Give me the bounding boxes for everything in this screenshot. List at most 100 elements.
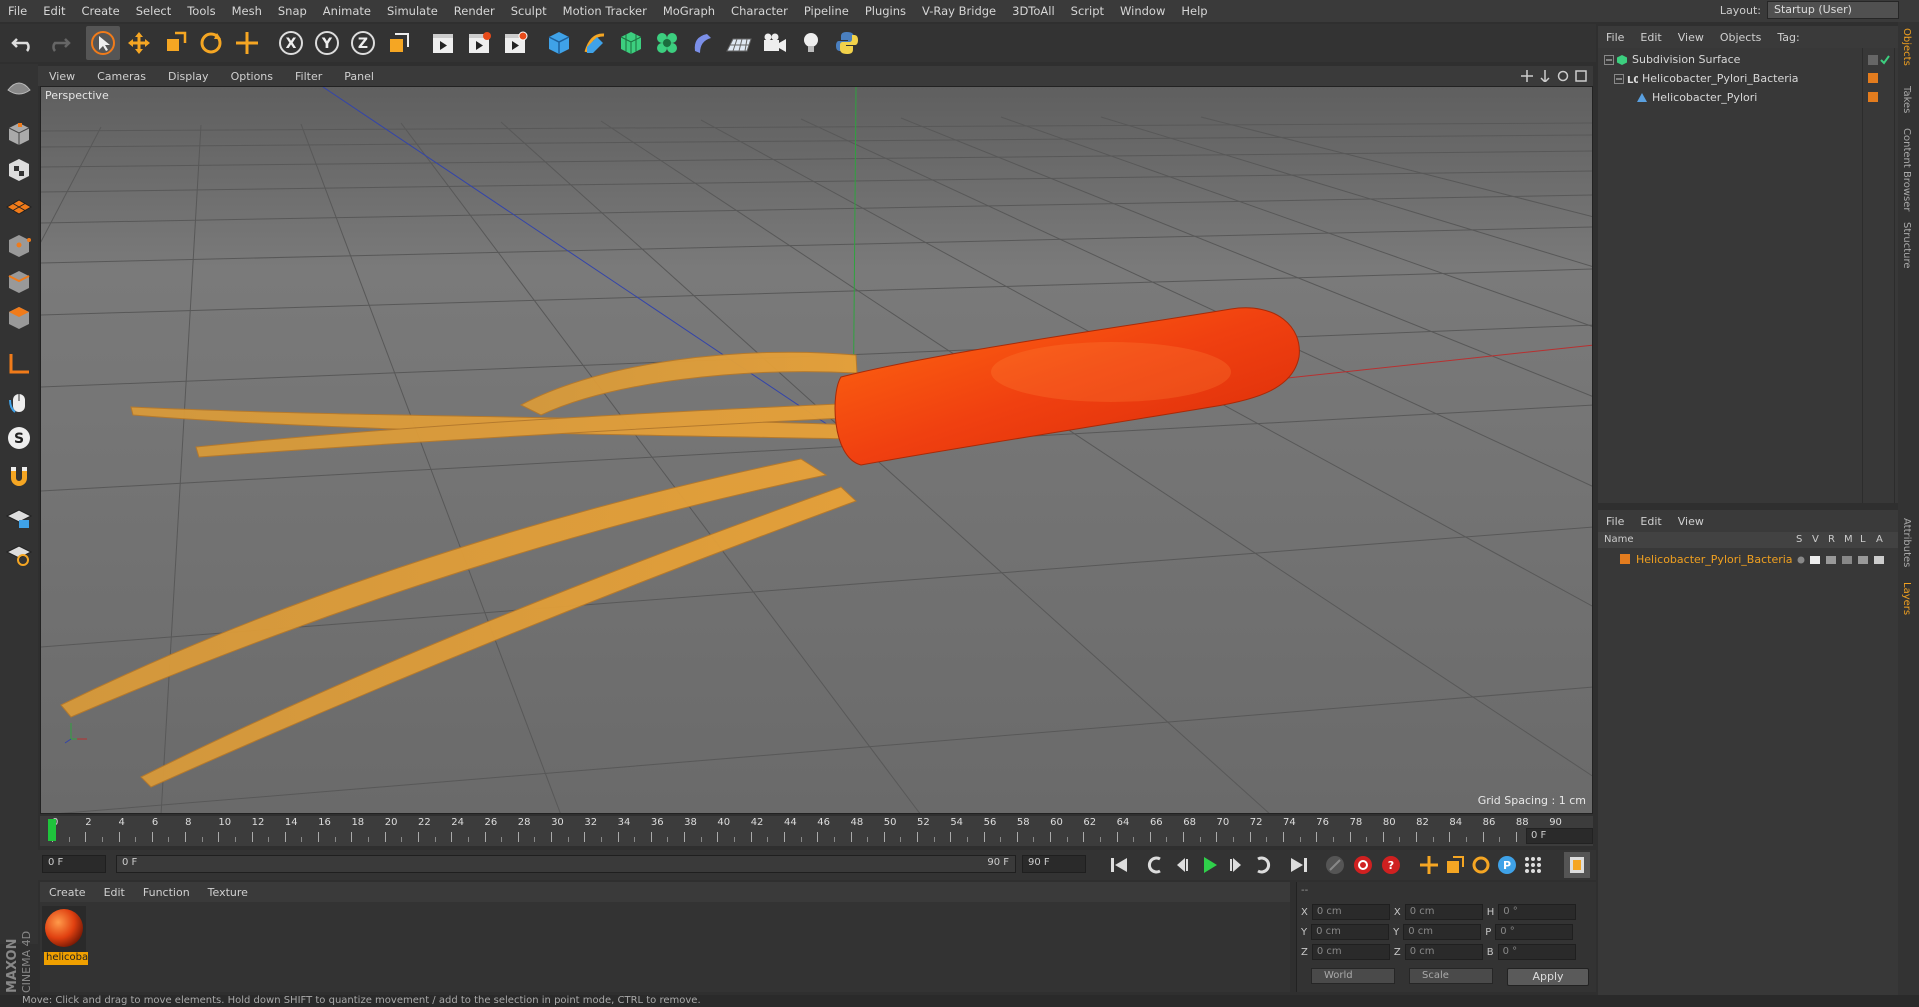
menu-vray-bridge[interactable]: V-Ray Bridge <box>914 0 1004 22</box>
menu-mograph[interactable]: MoGraph <box>655 0 723 22</box>
object-row-subdivision[interactable]: Subdivision Surface <box>1598 50 1898 69</box>
rotation-p-field[interactable]: 0 ° <box>1495 924 1574 940</box>
material-menu-texture[interactable]: Texture <box>199 886 257 899</box>
edges-mode-button[interactable] <box>3 266 35 298</box>
layer-menu-file[interactable]: File <box>1598 515 1632 528</box>
menu-script[interactable]: Script <box>1063 0 1112 22</box>
tweak-mode-button[interactable] <box>3 386 35 418</box>
orbit-icon[interactable] <box>1557 70 1569 82</box>
render-view-button[interactable] <box>426 26 460 60</box>
keyframe-selection-button[interactable]: ? <box>1378 852 1404 878</box>
object-menu-objects[interactable]: Objects <box>1712 31 1770 44</box>
size-z-field[interactable]: 0 cm <box>1404 944 1483 960</box>
axis-mode-button[interactable] <box>3 348 35 380</box>
frame-range-slider[interactable]: 0 F 90 F <box>116 855 1016 873</box>
perspective-viewport[interactable]: Perspective Grid Spacing : 1 cm <box>40 86 1593 814</box>
collapse-icon[interactable] <box>1604 54 1614 65</box>
render-settings-button[interactable] <box>498 26 532 60</box>
x-axis-lock-button[interactable]: X <box>274 26 308 60</box>
make-editable-button[interactable] <box>3 70 35 102</box>
coordinate-space-dropdown[interactable]: World <box>1311 968 1395 984</box>
layer-color-swatch[interactable] <box>1868 73 1878 83</box>
cube-object-button[interactable] <box>542 26 576 60</box>
autokey-button[interactable] <box>1350 852 1376 878</box>
menu-motion-tracker[interactable]: Motion Tracker <box>555 0 655 22</box>
redo-button[interactable] <box>42 26 76 60</box>
rotate-tool-button[interactable] <box>194 26 228 60</box>
menu-pipeline[interactable]: Pipeline <box>796 0 857 22</box>
deformer-button[interactable] <box>686 26 720 60</box>
start-frame-field[interactable]: 0 F <box>42 855 106 873</box>
viewport-menu-panel[interactable]: Panel <box>333 70 385 83</box>
enabled-check-icon[interactable] <box>1868 54 1890 66</box>
model-mode-button[interactable] <box>3 118 35 150</box>
scale-tool-button[interactable] <box>158 26 192 60</box>
menu-animate[interactable]: Animate <box>315 0 379 22</box>
material-menu-function[interactable]: Function <box>134 886 199 899</box>
previous-key-button[interactable] <box>1142 852 1168 878</box>
material-menu-edit[interactable]: Edit <box>95 886 134 899</box>
viewport-menu-view[interactable]: View <box>38 70 86 83</box>
snapping-button[interactable]: S <box>3 422 35 454</box>
timeline-layout-button[interactable] <box>1564 852 1590 878</box>
object-row-pylori-mesh[interactable]: Helicobacter_Pylori <box>1598 88 1916 107</box>
menu-render[interactable]: Render <box>446 0 503 22</box>
collapse-icon[interactable] <box>1614 73 1624 84</box>
viewport-menu-cameras[interactable]: Cameras <box>86 70 157 83</box>
viewport-menu-options[interactable]: Options <box>220 70 284 83</box>
end-frame-field[interactable]: 90 F <box>1022 855 1086 873</box>
menu-window[interactable]: Window <box>1112 0 1173 22</box>
points-mode-button[interactable] <box>3 230 35 262</box>
menu-select[interactable]: Select <box>128 0 179 22</box>
timeline-ruler[interactable]: 0246810121416182022242628303234363840424… <box>40 816 1593 846</box>
subdivision-surface-button[interactable] <box>614 26 648 60</box>
layer-row[interactable]: Helicobacter_Pylori_Bacteria <box>1598 550 1898 569</box>
planar-workplane-button[interactable] <box>3 538 35 570</box>
tab-structure[interactable]: Structure <box>1901 222 1912 269</box>
material-menu-create[interactable]: Create <box>40 886 95 899</box>
tab-attributes[interactable]: Attributes <box>1901 518 1912 567</box>
tab-takes[interactable]: Takes <box>1901 86 1912 113</box>
key-parameter-button[interactable]: P <box>1494 852 1520 878</box>
object-menu-view[interactable]: View <box>1670 31 1712 44</box>
python-button[interactable] <box>830 26 864 60</box>
undo-button[interactable] <box>6 26 40 60</box>
key-position-button[interactable] <box>1416 852 1442 878</box>
menu-file[interactable]: File <box>0 0 35 22</box>
position-x-field[interactable]: 0 cm <box>1311 904 1390 920</box>
menu-mesh[interactable]: Mesh <box>224 0 270 22</box>
lock-workplane-button[interactable] <box>3 502 35 534</box>
polygons-mode-button[interactable] <box>3 302 35 334</box>
maximize-icon[interactable] <box>1575 70 1587 82</box>
next-frame-button[interactable] <box>1224 852 1250 878</box>
go-to-end-button[interactable] <box>1286 852 1312 878</box>
pan-icon[interactable] <box>1521 70 1533 82</box>
texture-mode-button[interactable] <box>3 154 35 186</box>
rotation-b-field[interactable]: 0 ° <box>1497 944 1576 960</box>
rotation-h-field[interactable]: 0 ° <box>1498 904 1577 920</box>
object-menu-edit[interactable]: Edit <box>1632 31 1669 44</box>
menu-tools[interactable]: Tools <box>179 0 223 22</box>
key-pla-button[interactable] <box>1520 852 1546 878</box>
menu-simulate[interactable]: Simulate <box>379 0 446 22</box>
size-x-field[interactable]: 0 cm <box>1404 904 1483 920</box>
previous-frame-button[interactable] <box>1168 852 1194 878</box>
menu-edit[interactable]: Edit <box>35 0 73 22</box>
coordinate-system-button[interactable] <box>382 26 416 60</box>
light-button[interactable] <box>794 26 828 60</box>
menu-plugins[interactable]: Plugins <box>857 0 914 22</box>
size-y-field[interactable]: 0 cm <box>1403 924 1482 940</box>
cloner-button[interactable] <box>650 26 684 60</box>
floor-button[interactable] <box>722 26 756 60</box>
viewport-menu-filter[interactable]: Filter <box>284 70 333 83</box>
position-z-field[interactable]: 0 cm <box>1311 944 1390 960</box>
viewport-menu-display[interactable]: Display <box>157 70 220 83</box>
go-to-start-button[interactable] <box>1106 852 1132 878</box>
layer-menu-edit[interactable]: Edit <box>1632 515 1669 528</box>
object-row-bacteria-null[interactable]: L0 Helicobacter_Pylori_Bacteria <box>1598 69 1898 88</box>
playhead-marker[interactable] <box>48 819 56 841</box>
menu-sculpt[interactable]: Sculpt <box>503 0 555 22</box>
menu-3dtoall[interactable]: 3DToAll <box>1004 0 1063 22</box>
workplane-mode-button[interactable] <box>3 190 35 222</box>
material-swatch[interactable]: helicoba <box>42 906 88 965</box>
